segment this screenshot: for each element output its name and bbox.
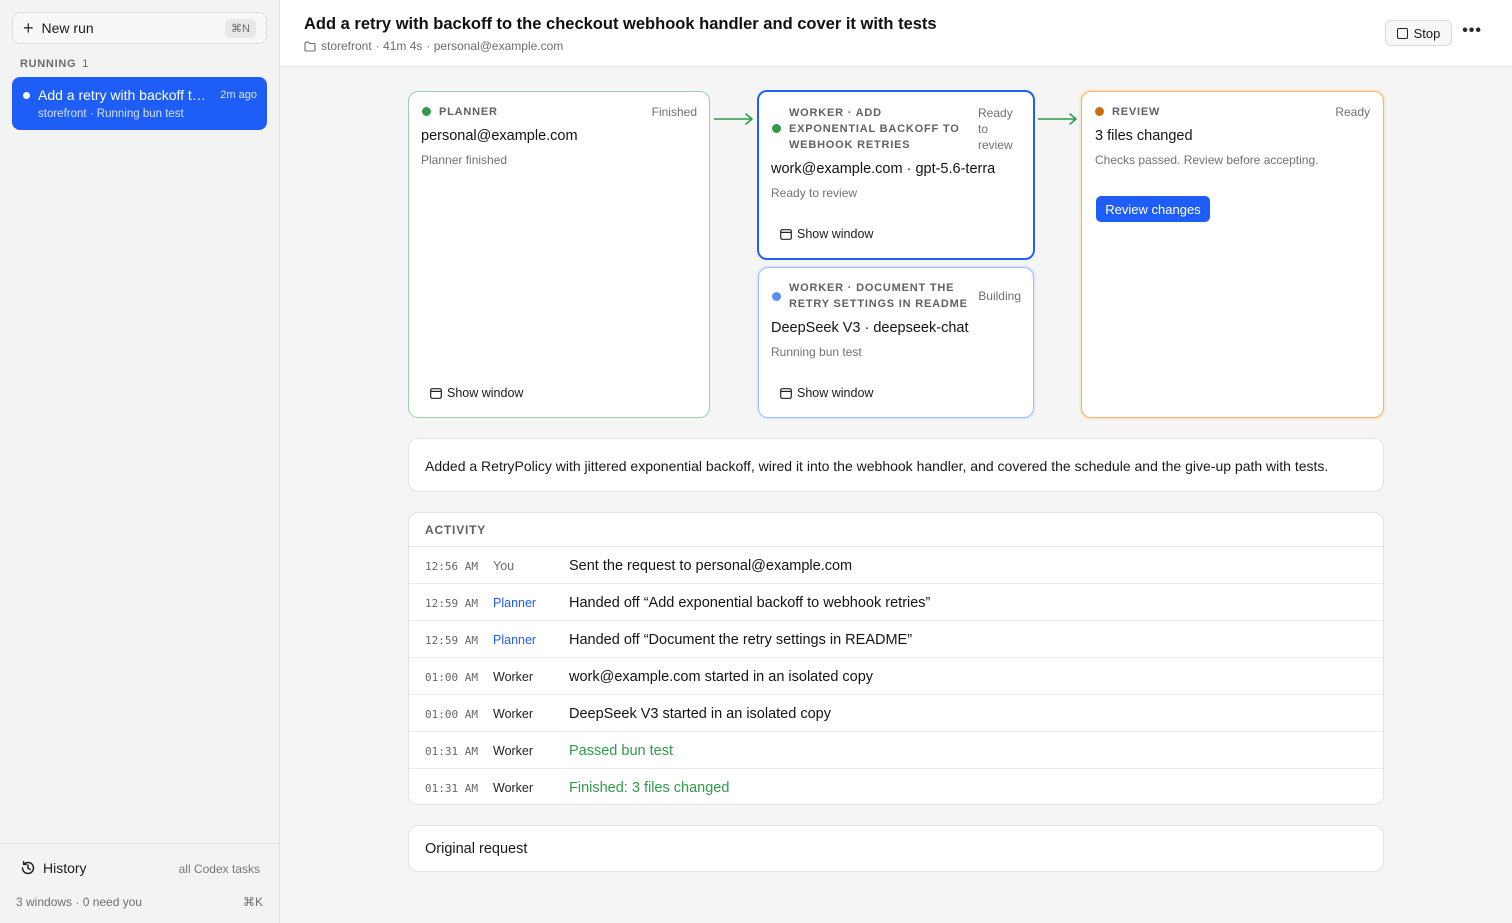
activity-message: Sent the request to personal@example.com bbox=[569, 558, 853, 574]
run-summary: Added a RetryPolicy with jittered expone… bbox=[408, 438, 1384, 492]
card-title: WORKER · DOCUMENT THE RETRY SETTINGS IN … bbox=[789, 282, 968, 310]
activity-row: 01:00 AM Worker DeepSeek V3 started in a… bbox=[409, 695, 1383, 732]
card-description: Running bun test bbox=[771, 345, 862, 359]
running-label: RUNNING bbox=[20, 58, 77, 70]
stop-icon bbox=[1396, 27, 1408, 39]
activity-time: 12:59 AM bbox=[425, 597, 478, 610]
worker-card-backoff[interactable]: WORKER · ADD EXPONENTIAL BACKOFF TO WEBH… bbox=[757, 90, 1035, 260]
activity-message: work@example.com started in an isolated … bbox=[569, 669, 874, 685]
run-item-title: Add a retry with backoff to the checkout… bbox=[38, 87, 208, 103]
window-icon bbox=[780, 387, 792, 399]
running-dot-icon bbox=[23, 92, 30, 99]
command-shortcut: ⌘K bbox=[242, 895, 263, 909]
status-dot-icon bbox=[772, 292, 781, 301]
activity-panel: ACTIVITY 12:56 AM You Sent the request t… bbox=[408, 512, 1384, 805]
show-window-label: Show window bbox=[447, 386, 524, 400]
sidebar-footer: History all Codex tasks 3 windows · 0 ne… bbox=[0, 843, 279, 923]
show-window-button[interactable]: Show window bbox=[780, 227, 873, 241]
history-scope[interactable]: all Codex tasks bbox=[179, 862, 260, 876]
activity-time: 01:00 AM bbox=[425, 708, 478, 721]
window-icon bbox=[780, 228, 792, 240]
history-label: History bbox=[43, 860, 87, 876]
card-status: Ready bbox=[1335, 105, 1370, 119]
card-account: DeepSeek V3 · deepseek-chat bbox=[771, 320, 969, 336]
card-files-changed: 3 files changed bbox=[1095, 128, 1193, 144]
run-header: Add a retry with backoff to the checkout… bbox=[280, 0, 1512, 67]
activity-message: Handed off “Add exponential backoff to w… bbox=[569, 595, 931, 611]
activity-time: 01:31 AM bbox=[425, 745, 478, 758]
new-run-label: New run bbox=[41, 20, 94, 36]
activity-row: 12:59 AM Planner Handed off “Add exponen… bbox=[409, 584, 1383, 621]
window-icon bbox=[430, 387, 442, 399]
activity-row: 12:56 AM You Sent the request to persona… bbox=[409, 547, 1383, 584]
status-dot-icon bbox=[772, 124, 781, 133]
activity-row: 01:00 AM Worker work@example.com started… bbox=[409, 658, 1383, 695]
sidebar: + New run ⌘N RUNNING 1 Add a retry with b… bbox=[0, 0, 280, 923]
stop-label: Stop bbox=[1413, 25, 1441, 41]
card-description: Planner finished bbox=[421, 153, 508, 167]
activity-message: Finished: 3 files changed bbox=[569, 780, 730, 796]
card-status: Finished bbox=[651, 105, 697, 119]
activity-row: 01:31 AM Worker Passed bun test bbox=[409, 732, 1383, 769]
activity-message: Passed bun test bbox=[569, 743, 673, 759]
card-description: Ready to review bbox=[771, 186, 858, 200]
planner-card[interactable]: PLANNER Finished personal@example.com Pl… bbox=[408, 91, 710, 418]
activity-time: 01:00 AM bbox=[425, 671, 478, 684]
activity-time: 12:56 AM bbox=[425, 560, 478, 573]
page-title: Add a retry with backoff to the checkout… bbox=[304, 15, 937, 33]
activity-row: 01:31 AM Worker Finished: 3 files change… bbox=[409, 769, 1383, 804]
arrow-worker-to-review-icon bbox=[1038, 113, 1077, 125]
show-window-label: Show window bbox=[797, 227, 874, 241]
review-card[interactable]: REVIEW Ready 3 files changed Checks pass… bbox=[1081, 91, 1384, 418]
windows-status: 3 windows · 0 need you bbox=[16, 895, 143, 909]
activity-message: DeepSeek V3 started in an isolated copy bbox=[569, 706, 831, 722]
run-meta: storefront · 41m 4s · personal@example.c… bbox=[304, 39, 567, 53]
folder-icon bbox=[304, 41, 316, 52]
card-status: Ready to review bbox=[978, 106, 1013, 152]
activity-actor: You bbox=[493, 559, 515, 573]
more-options-icon[interactable]: ••• bbox=[1462, 22, 1482, 40]
card-description: Checks passed. Review before accepting. bbox=[1095, 153, 1319, 167]
history-icon bbox=[21, 861, 35, 875]
activity-actor: Worker bbox=[493, 744, 534, 758]
activity-time: 12:59 AM bbox=[425, 634, 478, 647]
card-account: personal@example.com bbox=[421, 128, 578, 144]
activity-actor: Worker bbox=[493, 670, 534, 684]
new-run-shortcut: ⌘N bbox=[225, 18, 256, 38]
activity-actor: Worker bbox=[493, 781, 534, 795]
status-dot-icon bbox=[1095, 107, 1104, 116]
activity-title: ACTIVITY bbox=[409, 513, 1383, 547]
plus-icon: + bbox=[23, 18, 34, 38]
sidebar-run-item[interactable]: Add a retry with backoff to the checkout… bbox=[12, 77, 267, 130]
stop-button[interactable]: Stop bbox=[1385, 20, 1452, 46]
run-duration: · 41m 4s bbox=[375, 39, 423, 53]
status-dot-icon bbox=[422, 107, 431, 116]
card-title: REVIEW bbox=[1112, 106, 1161, 118]
show-window-button[interactable]: Show window bbox=[430, 386, 523, 400]
run-account: · personal@example.com bbox=[426, 39, 564, 53]
show-window-button[interactable]: Show window bbox=[780, 386, 873, 400]
activity-actor: Worker bbox=[493, 707, 534, 721]
card-title: WORKER · ADD EXPONENTIAL BACKOFF TO WEBH… bbox=[789, 107, 960, 151]
activity-message: Handed off “Document the retry settings … bbox=[569, 632, 913, 648]
new-run-button[interactable]: + New run ⌘N bbox=[12, 12, 267, 44]
activity-actor[interactable]: Planner bbox=[493, 633, 536, 647]
running-count: 1 bbox=[82, 58, 90, 70]
review-changes-button[interactable]: Review changes bbox=[1096, 196, 1210, 222]
card-title: PLANNER bbox=[439, 106, 498, 118]
show-window-label: Show window bbox=[797, 386, 874, 400]
project-name: storefront bbox=[321, 39, 372, 53]
original-request-toggle[interactable]: Original request bbox=[408, 825, 1384, 872]
activity-row: 12:59 AM Planner Handed off “Document th… bbox=[409, 621, 1383, 658]
history-button[interactable]: History bbox=[20, 860, 87, 876]
card-status: Building bbox=[978, 289, 1021, 303]
running-section-title: RUNNING 1 bbox=[20, 58, 89, 70]
run-item-subtitle: storefront · Running bun test bbox=[38, 108, 184, 120]
worker-card-readme[interactable]: WORKER · DOCUMENT THE RETRY SETTINGS IN … bbox=[758, 267, 1034, 418]
run-item-time: 2m ago bbox=[220, 89, 257, 101]
card-account: work@example.com · gpt-5.6-terra bbox=[771, 161, 996, 177]
activity-time: 01:31 AM bbox=[425, 782, 478, 795]
arrow-planner-to-worker-icon bbox=[714, 113, 753, 125]
activity-actor[interactable]: Planner bbox=[493, 596, 536, 610]
